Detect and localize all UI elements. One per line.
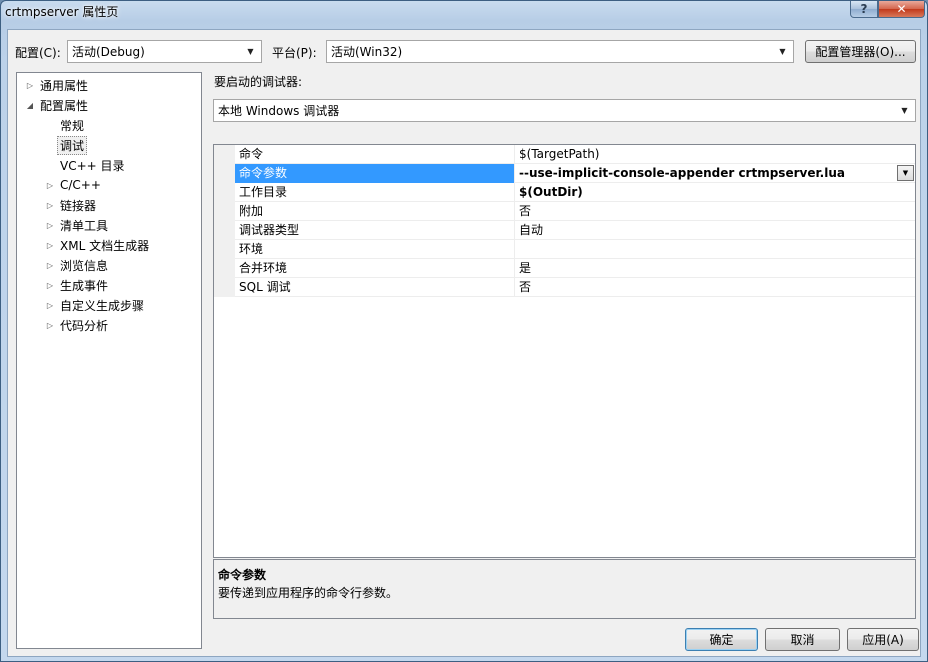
chevron-down-icon: ▼ xyxy=(247,47,254,56)
help-icon: ? xyxy=(860,2,868,16)
tree-item-label: 自定义生成步骤 xyxy=(60,298,145,313)
chevron-down-icon[interactable]: ▼ xyxy=(897,165,914,181)
row-gutter xyxy=(214,183,235,202)
tree-item-label: C/C++ xyxy=(60,178,101,192)
property-value[interactable]: 是 xyxy=(515,259,915,278)
title-bar: crtmpserver 属性页 ? ✕ xyxy=(1,1,927,23)
tree-item[interactable]: ▷ XML 文档生成器 xyxy=(43,236,152,254)
row-gutter xyxy=(214,259,235,278)
tree-item-label: VC++ 目录 xyxy=(60,158,125,173)
property-row[interactable]: SQL 调试否 xyxy=(214,278,915,297)
tree-item[interactable]: 调试 xyxy=(43,135,88,155)
property-value[interactable]: $(OutDir) xyxy=(515,183,915,202)
triangle-right-icon[interactable]: ▷ xyxy=(43,321,57,330)
property-name: 调试器类型 xyxy=(235,221,515,240)
property-name: 命令参数 xyxy=(235,164,515,183)
property-value[interactable]: 否 xyxy=(515,202,915,221)
cancel-button[interactable]: 取消 xyxy=(765,628,840,651)
property-row[interactable]: 环境 xyxy=(214,240,915,259)
property-value[interactable]: 自动 xyxy=(515,221,915,240)
row-gutter xyxy=(214,164,235,183)
close-button[interactable]: ✕ xyxy=(878,1,925,18)
tree-item-label: 生成事件 xyxy=(60,278,109,293)
property-row[interactable]: 调试器类型 自动 xyxy=(214,221,915,240)
triangle-right-icon[interactable]: ▷ xyxy=(43,261,57,270)
property-value[interactable]: $(TargetPath) xyxy=(515,145,915,164)
property-row[interactable]: 附加否 xyxy=(214,202,915,221)
config-label: 配置(C): xyxy=(15,46,61,60)
property-name: SQL 调试 xyxy=(235,278,515,297)
config-manager-button[interactable]: 配置管理器(O)... xyxy=(805,40,916,63)
tree-item-label: 调试 xyxy=(57,135,88,155)
triangle-right-icon[interactable]: ▷ xyxy=(43,181,57,190)
triangle-right-icon[interactable]: ▷ xyxy=(23,81,37,90)
close-icon: ✕ xyxy=(896,2,907,16)
triangle-right-icon[interactable]: ▷ xyxy=(43,241,57,250)
property-row[interactable]: 命令参数 --use-implicit-console-appender crtm… xyxy=(214,164,915,183)
tree-item[interactable]: VC++ 目录 xyxy=(43,156,128,174)
property-name: 工作目录 xyxy=(235,183,515,202)
property-tree[interactable]: ▷ 通用属性 ◢ 配置属性 常规 调试 VC++ 目录 ▷ C/C++ ▷ 链接器 ▷ 清单工具 ▷ XML… xyxy=(16,72,202,649)
row-gutter xyxy=(214,145,235,164)
property-value[interactable]: 否 xyxy=(515,278,915,297)
config-select[interactable]: 活动(Debug) ▼ xyxy=(67,40,262,63)
apply-button[interactable]: 应用(A) xyxy=(847,628,919,651)
tree-item-label: 常规 xyxy=(60,118,85,133)
tree-item-label: XML 文档生成器 xyxy=(60,238,150,253)
property-name: 命令 xyxy=(235,145,515,164)
tree-item-label: 链接器 xyxy=(60,198,97,213)
debugger-select-value: 本地 Windows 调试器 xyxy=(218,104,340,118)
debugger-select[interactable]: 本地 Windows 调试器 ▼ xyxy=(213,99,916,122)
help-button[interactable]: ? xyxy=(850,1,878,18)
chevron-down-icon: ▼ xyxy=(901,106,908,115)
triangle-right-icon[interactable]: ▷ xyxy=(43,201,57,210)
tree-item[interactable]: ▷ 浏览信息 xyxy=(43,256,111,274)
description-text: 要传递到应用程序的命令行参数。 xyxy=(218,586,399,600)
triangle-down-icon[interactable]: ◢ xyxy=(23,101,37,110)
row-gutter xyxy=(214,221,235,240)
tree-item[interactable]: ▷ 链接器 xyxy=(43,196,99,214)
config-select-value: 活动(Debug) xyxy=(72,45,145,59)
ok-button[interactable]: 确定 xyxy=(685,628,758,651)
property-name: 合并环境 xyxy=(235,259,515,278)
dialog-client-area: 配置(C): 活动(Debug) ▼ 平台(P): 活动(Win32) ▼ 配置… xyxy=(7,29,921,657)
tree-item[interactable]: ▷ 自定义生成步骤 xyxy=(43,296,147,314)
tree-item-label: 代码分析 xyxy=(60,318,109,333)
row-gutter xyxy=(214,240,235,259)
property-grid: 命令 $(TargetPath) 命令参数 --use-implicit-consol… xyxy=(213,144,916,558)
description-panel: 命令参数 要传递到应用程序的命令行参数。 xyxy=(213,559,916,619)
platform-select-value: 活动(Win32) xyxy=(331,45,403,59)
platform-label: 平台(P): xyxy=(272,46,317,60)
chevron-down-icon: ▼ xyxy=(779,47,786,56)
row-gutter xyxy=(214,278,235,297)
property-name: 环境 xyxy=(235,240,515,259)
debugger-label: 要启动的调试器: xyxy=(214,75,303,89)
tree-item-label: 清单工具 xyxy=(60,218,109,233)
tree-item[interactable]: ▷ 清单工具 xyxy=(43,216,111,234)
property-row[interactable]: 合并环境是 xyxy=(214,259,915,278)
property-row[interactable]: 工作目录 $(OutDir) xyxy=(214,183,915,202)
triangle-right-icon[interactable]: ▷ xyxy=(43,281,57,290)
tree-item[interactable]: ▷ 生成事件 xyxy=(43,276,111,294)
tree-item-label: 通用属性 xyxy=(40,78,89,93)
platform-select[interactable]: 活动(Win32) ▼ xyxy=(326,40,794,63)
property-name: 附加 xyxy=(235,202,515,221)
tree-item-label: 浏览信息 xyxy=(60,258,109,273)
description-title: 命令参数 xyxy=(218,568,267,582)
tree-item[interactable]: ▷ 通用属性 xyxy=(23,76,91,94)
tree-item-label: 配置属性 xyxy=(40,98,89,113)
tree-item[interactable]: ◢ 配置属性 xyxy=(23,96,91,114)
properties-dialog: crtmpserver 属性页 ? ✕ 配置(C): 活动(Debug) ▼ 平… xyxy=(0,0,928,662)
property-row[interactable]: 命令 $(TargetPath) xyxy=(214,145,915,164)
tree-item[interactable]: 常规 xyxy=(43,116,87,134)
tree-item[interactable]: ▷ 代码分析 xyxy=(43,316,111,334)
triangle-right-icon[interactable]: ▷ xyxy=(43,221,57,230)
property-value[interactable]: --use-implicit-console-appender crtmpser… xyxy=(515,164,915,183)
row-gutter xyxy=(214,202,235,221)
tree-item[interactable]: ▷ C/C++ xyxy=(43,176,104,194)
property-value[interactable] xyxy=(515,240,915,259)
window-title: crtmpserver 属性页 xyxy=(5,5,119,19)
triangle-right-icon[interactable]: ▷ xyxy=(43,301,57,310)
